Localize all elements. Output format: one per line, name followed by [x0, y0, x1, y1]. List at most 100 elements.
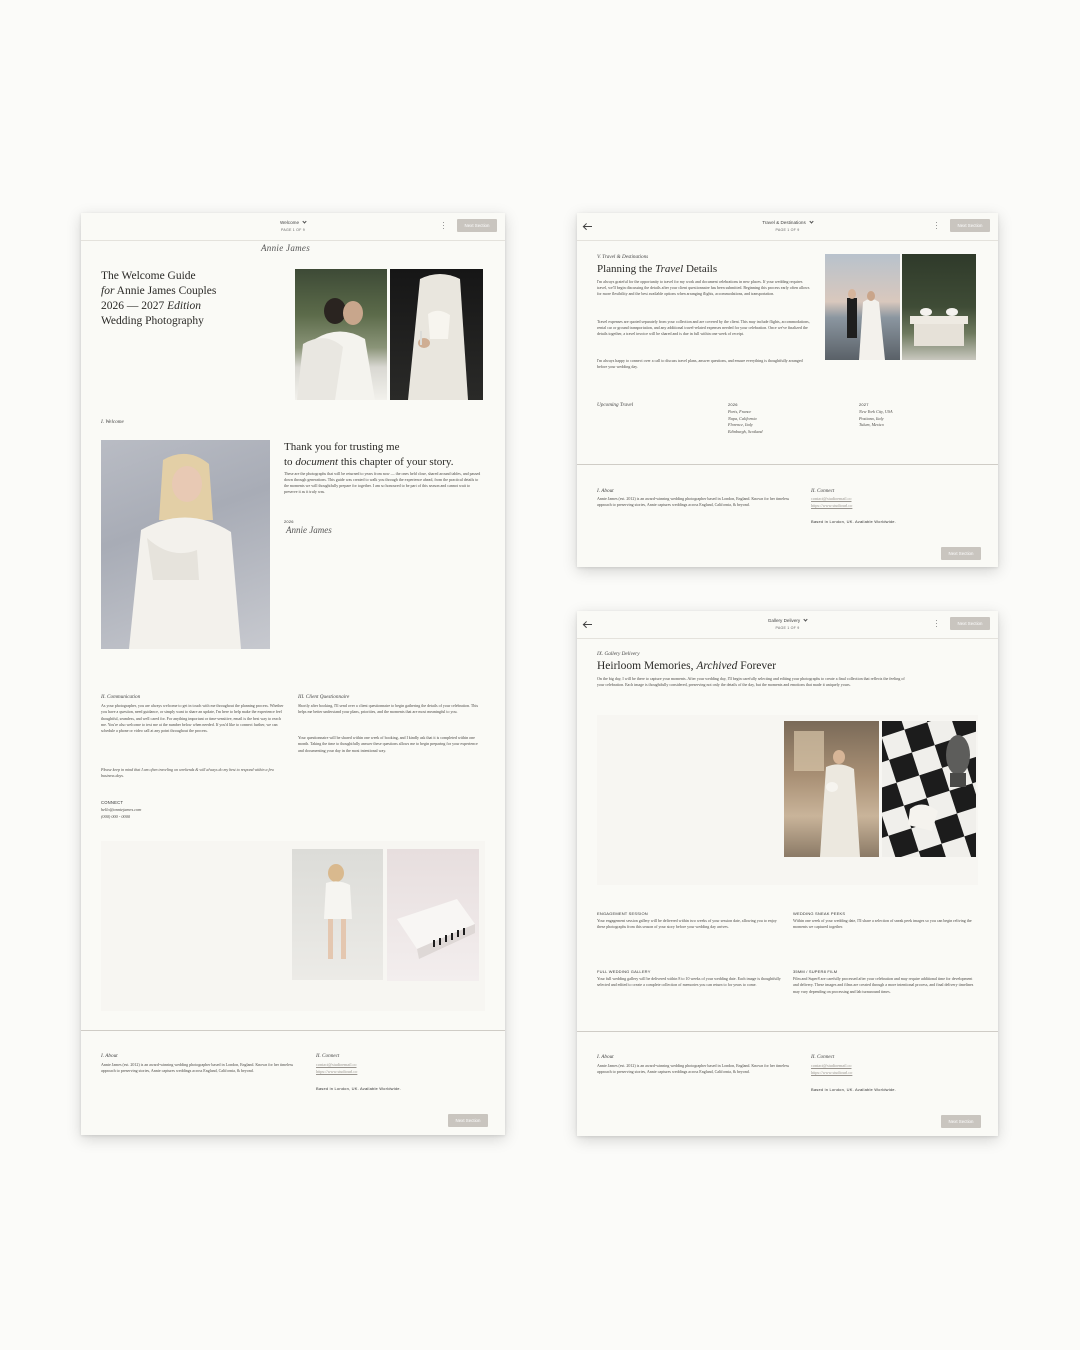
photo-illustration — [408, 274, 468, 400]
engagement-session-title: ENGAGEMENT SESSION — [597, 911, 648, 916]
portrait-photo — [101, 440, 270, 649]
travel-body-3: I'm always happy to connect over a call … — [597, 358, 803, 369]
piano-photo — [387, 849, 479, 981]
travel-place: Tulum, Mexico — [859, 422, 884, 428]
bride-window-photo — [784, 721, 879, 857]
film-text: Film and Super8 are carefully processed … — [793, 976, 974, 994]
communication-body: As your photographer, you are always wel… — [101, 703, 284, 734]
signature: Annie James — [286, 525, 332, 535]
about-label: I. About — [597, 488, 614, 494]
connect-email[interactable]: hello@anniejames.com — [101, 807, 141, 813]
gallery-title: Heirloom Memories, Archived Forever — [597, 660, 777, 672]
next-section-button[interactable]: Next Section — [457, 219, 497, 232]
connect-footer-label: II. Connect — [811, 1054, 835, 1060]
travel-body-1: I'm always grateful for the opportunity … — [597, 279, 810, 296]
travel-place: Florence, Italy — [728, 422, 753, 428]
bride-standing-photo — [292, 849, 383, 980]
thank-you-heading: Thank you for trusting me to document th… — [284, 441, 454, 468]
welcome-section-label: I. Welcome — [101, 419, 124, 425]
chevron-down-icon — [803, 617, 808, 622]
photo-illustration — [397, 899, 475, 959]
photo-illustration — [910, 308, 968, 346]
questionnaire-body-1: Shortly after booking, I'll send over a … — [298, 703, 479, 715]
more-menu-icon[interactable] — [443, 222, 446, 231]
studio-url-link[interactable]: https://www.studiourl.co — [811, 503, 852, 509]
studio-email-link[interactable]: contact@studioemail.co — [316, 1062, 357, 1068]
footer-divider — [81, 1030, 505, 1031]
studio-url-link[interactable]: https://www.studiourl.co — [316, 1069, 357, 1075]
studio-email-link[interactable]: contact@studioemail.co — [811, 496, 852, 502]
garden-table-photo — [902, 254, 976, 360]
hero-title: The Welcome Guide for Annie James Couple… — [101, 270, 217, 327]
travel-page-panel: Travel & Destinations PAGE 1 OF 9 Next S… — [577, 213, 998, 567]
questionnaire-body-2: Your questionnaire will be shared within… — [298, 735, 478, 753]
couple-kiss-photo — [295, 269, 387, 400]
footer-divider — [577, 464, 998, 465]
next-section-button-bottom[interactable]: Next Section — [941, 1115, 981, 1128]
section-dropdown[interactable]: Welcome — [81, 219, 505, 225]
full-gallery-text: Your full wedding gallery will be delive… — [597, 976, 781, 988]
page-indicator: PAGE 1 OF 9 — [281, 228, 305, 232]
engagement-session-text: Your engagement session gallery will be … — [597, 918, 777, 930]
travel-place: Positano, Italy — [859, 415, 884, 421]
section-dropdown[interactable]: Travel & Destinations — [577, 219, 998, 225]
connect-label: CONNECT — [101, 800, 124, 805]
based-text: Based in London, UK. Available Worldwide… — [316, 1086, 401, 1091]
about-text: Annie James (est. 2012) is an award-winn… — [597, 496, 790, 508]
about-text: Annie James (est. 2012) is an award-winn… — [101, 1062, 294, 1074]
gallery-section-label: IX. Gallery Delivery — [597, 651, 640, 657]
footer-divider — [577, 1031, 998, 1032]
next-section-button-bottom[interactable]: Next Section — [941, 547, 981, 560]
connect-footer-label: II. Connect — [811, 488, 835, 494]
signature-logo: Annie James — [261, 243, 311, 253]
section-dropdown[interactable]: Gallery Delivery — [577, 617, 998, 623]
travel-title: Planning the Travel Details — [597, 263, 718, 275]
photo-illustration — [129, 453, 241, 649]
studio-email-link[interactable]: contact@studioemail.co — [811, 1063, 852, 1069]
next-section-button[interactable]: Next Section — [950, 219, 990, 232]
travel-place: Edinburgh, Scotland — [728, 428, 763, 434]
chevron-down-icon — [302, 219, 307, 224]
photo-illustration — [882, 721, 976, 857]
couple-lake-photo — [825, 254, 900, 360]
travel-place: New York City, USA — [859, 409, 893, 414]
travel-place: Napa, California — [728, 415, 757, 421]
more-menu-icon[interactable] — [936, 222, 939, 231]
about-text: Annie James (est. 2012) is an award-winn… — [597, 1063, 790, 1075]
photo-illustration — [794, 731, 860, 857]
travel-year-2026: 2026 — [728, 402, 738, 407]
photo-illustration — [297, 298, 375, 400]
bride-champagne-photo — [390, 269, 483, 400]
welcome-page-panel: Welcome PAGE 1 OF 9 Next Section Annie J… — [81, 213, 505, 1135]
thank-you-body: These are the photographs that will be r… — [284, 471, 481, 494]
questionnaire-label: III. Client Questionnaire — [298, 694, 350, 700]
connect-phone[interactable]: (000) 000 - 0000 — [101, 814, 130, 820]
chess-floor-photo — [882, 721, 976, 857]
top-bar: Gallery Delivery PAGE 1 OF 9 Next Sectio… — [577, 611, 998, 639]
studio-url-link[interactable]: https://www.studiourl.co — [811, 1070, 852, 1076]
top-bar: Travel & Destinations PAGE 1 OF 9 Next S… — [577, 213, 998, 241]
signature-year: 2026 — [284, 519, 294, 524]
photo-illustration — [324, 864, 352, 959]
based-text: Based in London, UK. Available Worldwide… — [811, 519, 896, 524]
based-text: Based in London, UK. Available Worldwide… — [811, 1087, 896, 1092]
chevron-down-icon — [809, 219, 814, 224]
travel-section-label: V. Travel & Destinations — [597, 254, 649, 260]
travel-body-2: Travel expenses are quoted separately fr… — [597, 319, 810, 336]
page-indicator: PAGE 1 OF 9 — [775, 228, 800, 232]
next-section-button[interactable]: Next Section — [950, 617, 990, 630]
sneak-peeks-text: Within one week of your wedding date, I'… — [793, 918, 972, 930]
travel-place: Paris, France — [728, 409, 752, 414]
travel-list-2026: Paris, France Napa, California Florence,… — [728, 409, 763, 435]
full-gallery-title: FULL WEDDING GALLERY — [597, 969, 651, 974]
sneak-peeks-title: WEDDING SNEAK PEEKS — [793, 911, 846, 916]
travel-year-2027: 2027 — [859, 402, 869, 407]
film-title: 35MM / SUPER8 FILM — [793, 969, 838, 974]
gallery-body: On the big day, I will be there to captu… — [597, 676, 905, 688]
next-section-button-bottom[interactable]: Next Section — [448, 1114, 488, 1127]
connect-footer-label: II. Connect — [316, 1053, 340, 1059]
about-label: I. About — [101, 1053, 118, 1059]
more-menu-icon[interactable] — [936, 620, 939, 629]
communication-note: Please keep in mind that I am often trav… — [101, 767, 275, 779]
upcoming-travel-label: Upcoming Travel — [597, 402, 634, 408]
